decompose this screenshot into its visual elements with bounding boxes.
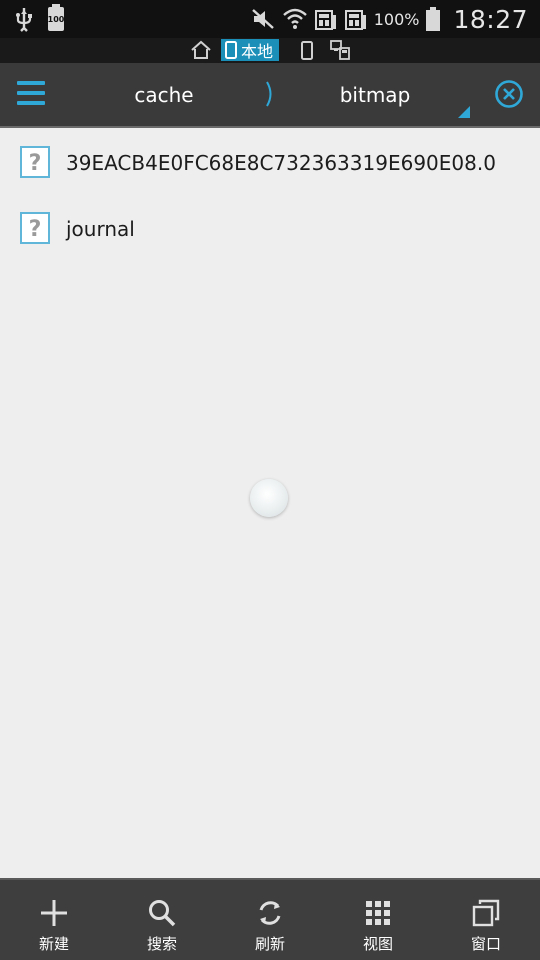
dropdown-corner-icon (458, 106, 470, 118)
battery-icon (426, 7, 441, 31)
home-icon[interactable] (190, 40, 212, 60)
menu-button[interactable] (17, 81, 45, 105)
breadcrumb-cache[interactable]: cache (120, 63, 208, 126)
grid-view-icon (366, 901, 390, 925)
menu-icon-line (17, 101, 45, 105)
search-button[interactable]: 搜索 (108, 880, 216, 960)
location-strip: 本地 (0, 38, 540, 63)
search-label: 搜索 (146, 935, 177, 953)
close-icon[interactable] (494, 79, 524, 109)
unknown-file-icon: ? (20, 146, 50, 178)
breadcrumb-bitmap[interactable]: bitmap (325, 63, 425, 126)
device-icon[interactable] (300, 41, 314, 60)
status-bar: 100 100% 18:27 (0, 0, 540, 38)
refresh-icon (259, 901, 281, 925)
usb-icon (16, 8, 32, 32)
refresh-button[interactable]: 刷新 (216, 880, 324, 960)
network-icon[interactable] (330, 40, 350, 60)
phone-icon (225, 41, 237, 59)
window-label: 窗口 (470, 935, 501, 953)
window-button[interactable]: 窗口 (432, 880, 540, 960)
path-bar: cache bitmap (0, 63, 540, 128)
breadcrumb-separator-icon (266, 81, 272, 107)
file-name: journal (66, 217, 135, 241)
search-icon (149, 900, 176, 927)
unknown-file-icon: ? (20, 212, 50, 244)
battery-small-text: 100 (47, 14, 65, 24)
signal-sim1-icon (314, 10, 336, 30)
clock: 18:27 (453, 4, 528, 34)
windows-icon (472, 899, 500, 927)
bottom-toolbar: 新建 搜索 刷新 视图 窗口 (0, 878, 540, 960)
new-label: 新建 (38, 935, 69, 953)
svg-text:?: ? (29, 151, 42, 174)
local-storage-tab[interactable]: 本地 (221, 39, 280, 61)
menu-icon-line (17, 81, 45, 85)
new-button[interactable]: 新建 (0, 880, 108, 960)
file-name: 39EACB4E0FC68E8C732363319E690E08.0 (66, 151, 496, 175)
view-button[interactable]: 视图 (324, 880, 432, 960)
svg-text:?: ? (29, 217, 42, 240)
file-row[interactable]: ? journal (0, 196, 540, 262)
view-label: 视图 (362, 935, 393, 953)
menu-icon-line (17, 91, 45, 95)
file-row[interactable]: ? 39EACB4E0FC68E8C732363319E690E08.0 (0, 130, 540, 196)
local-storage-label: 本地 (241, 42, 274, 61)
wifi-icon (282, 8, 307, 29)
signal-sim2-icon (344, 10, 366, 30)
plus-icon (41, 900, 67, 926)
loading-spinner-icon (250, 479, 288, 517)
battery-percent: 100% (373, 9, 420, 29)
battery-small-icon: 100 (47, 4, 65, 31)
refresh-label: 刷新 (254, 935, 285, 953)
mute-icon (251, 9, 274, 29)
